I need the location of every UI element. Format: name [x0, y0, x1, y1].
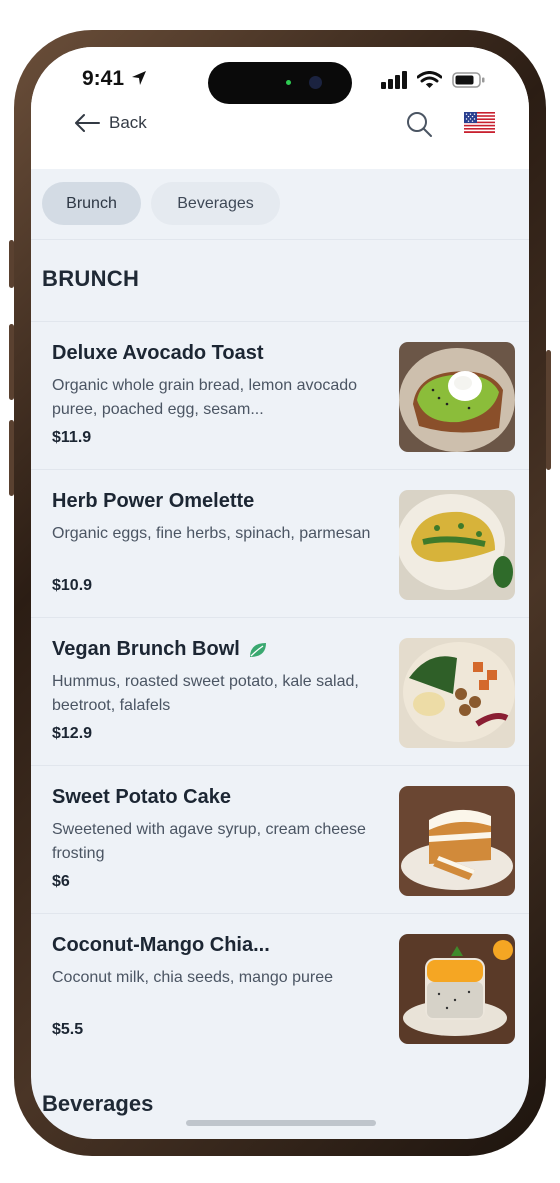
- item-photo[interactable]: [399, 638, 515, 748]
- back-button[interactable]: Back: [73, 109, 147, 137]
- item-price: $6: [52, 873, 70, 890]
- mute-switch: [9, 240, 14, 288]
- clock: 9:41: [82, 67, 125, 90]
- item-description: Organic whole grain bread, lemon avocado…: [52, 377, 358, 418]
- item-name-text: Deluxe Avocado Toast: [52, 342, 264, 364]
- sweet-potato-cake-image: [399, 786, 515, 896]
- item-photo[interactable]: [399, 490, 515, 600]
- top-bar: 9:41 Back: [31, 47, 529, 169]
- item-description: Hummus, roasted sweet potato, kale salad…: [52, 673, 359, 714]
- item-name-text: Herb Power Omelette: [52, 490, 255, 512]
- menu-item[interactable]: Vegan Brunch Bowl Hummus, roasted sweet …: [31, 617, 529, 766]
- wifi-icon: [416, 71, 443, 88]
- brunch-bowl-image: [399, 638, 515, 748]
- section-title-beverages: Beverages: [42, 1091, 154, 1116]
- status-icons: [381, 71, 486, 94]
- us-flag-icon[interactable]: [464, 112, 495, 133]
- home-indicator: [186, 1120, 376, 1126]
- location-arrow-icon: [131, 71, 146, 85]
- tab-beverages[interactable]: Beverages: [151, 182, 280, 225]
- item-price: $5.5: [52, 1021, 84, 1038]
- item-photo[interactable]: [399, 934, 515, 1044]
- item-name: Coconut-Mango Chia...: [52, 934, 382, 957]
- menu-item[interactable]: Coconut-Mango Chia... Coconut milk, chia…: [31, 913, 529, 1062]
- item-price: $12.9: [52, 725, 93, 742]
- vegan-leaf-icon: [249, 642, 266, 657]
- search-button[interactable]: [405, 110, 433, 143]
- camera-lens: [309, 76, 322, 89]
- category-tabs: Brunch Beverages: [31, 169, 529, 240]
- tab-brunch[interactable]: Brunch: [42, 182, 141, 225]
- item-description: Coconut milk, chia seeds, mango puree: [52, 969, 334, 986]
- cellular-signal-icon: [381, 71, 407, 89]
- item-name: Deluxe Avocado Toast: [52, 342, 382, 365]
- battery-icon: [452, 72, 485, 88]
- arrow-left-icon: [75, 114, 100, 132]
- tab-brunch-label: Brunch: [66, 194, 117, 212]
- item-name: Sweet Potato Cake: [52, 786, 382, 809]
- item-name-text: Sweet Potato Cake: [52, 786, 231, 808]
- menu-item[interactable]: Sweet Potato Cake Sweetened with agave s…: [31, 765, 529, 914]
- dynamic-island: [208, 62, 352, 104]
- item-name: Herb Power Omelette: [52, 490, 382, 513]
- volume-up-button: [9, 324, 14, 400]
- item-description: Sweetened with agave syrup, cream cheese…: [52, 821, 366, 862]
- item-photo[interactable]: [399, 342, 515, 452]
- menu-item[interactable]: Deluxe Avocado Toast Organic whole grain…: [31, 321, 529, 470]
- item-price: $11.9: [52, 429, 92, 446]
- chia-pudding-image: [399, 934, 515, 1044]
- item-name-text: Coconut-Mango Chia...: [52, 934, 270, 956]
- search-icon: [407, 112, 432, 137]
- item-photo[interactable]: [399, 786, 515, 896]
- item-description: Organic eggs, fine herbs, spinach, parme…: [52, 525, 371, 542]
- avocado-toast-image: [399, 342, 515, 452]
- section-title-brunch: BRUNCH: [42, 266, 140, 291]
- item-name: Vegan Brunch Bowl: [52, 638, 382, 661]
- tab-beverages-label: Beverages: [177, 194, 254, 212]
- power-button: [546, 350, 551, 470]
- menu-item[interactable]: Herb Power Omelette Organic eggs, fine h…: [31, 469, 529, 618]
- item-price: $10.9: [52, 577, 93, 594]
- item-name-text: Vegan Brunch Bowl: [52, 638, 240, 660]
- omelette-image: [399, 490, 515, 600]
- volume-down-button: [9, 420, 14, 496]
- screen: 9:41 Back Brunch Beverages BRUNCH Deluxe…: [31, 47, 529, 1139]
- back-label: Back: [109, 113, 147, 132]
- status-time: 9:41: [82, 67, 148, 91]
- privacy-indicator: [286, 80, 291, 85]
